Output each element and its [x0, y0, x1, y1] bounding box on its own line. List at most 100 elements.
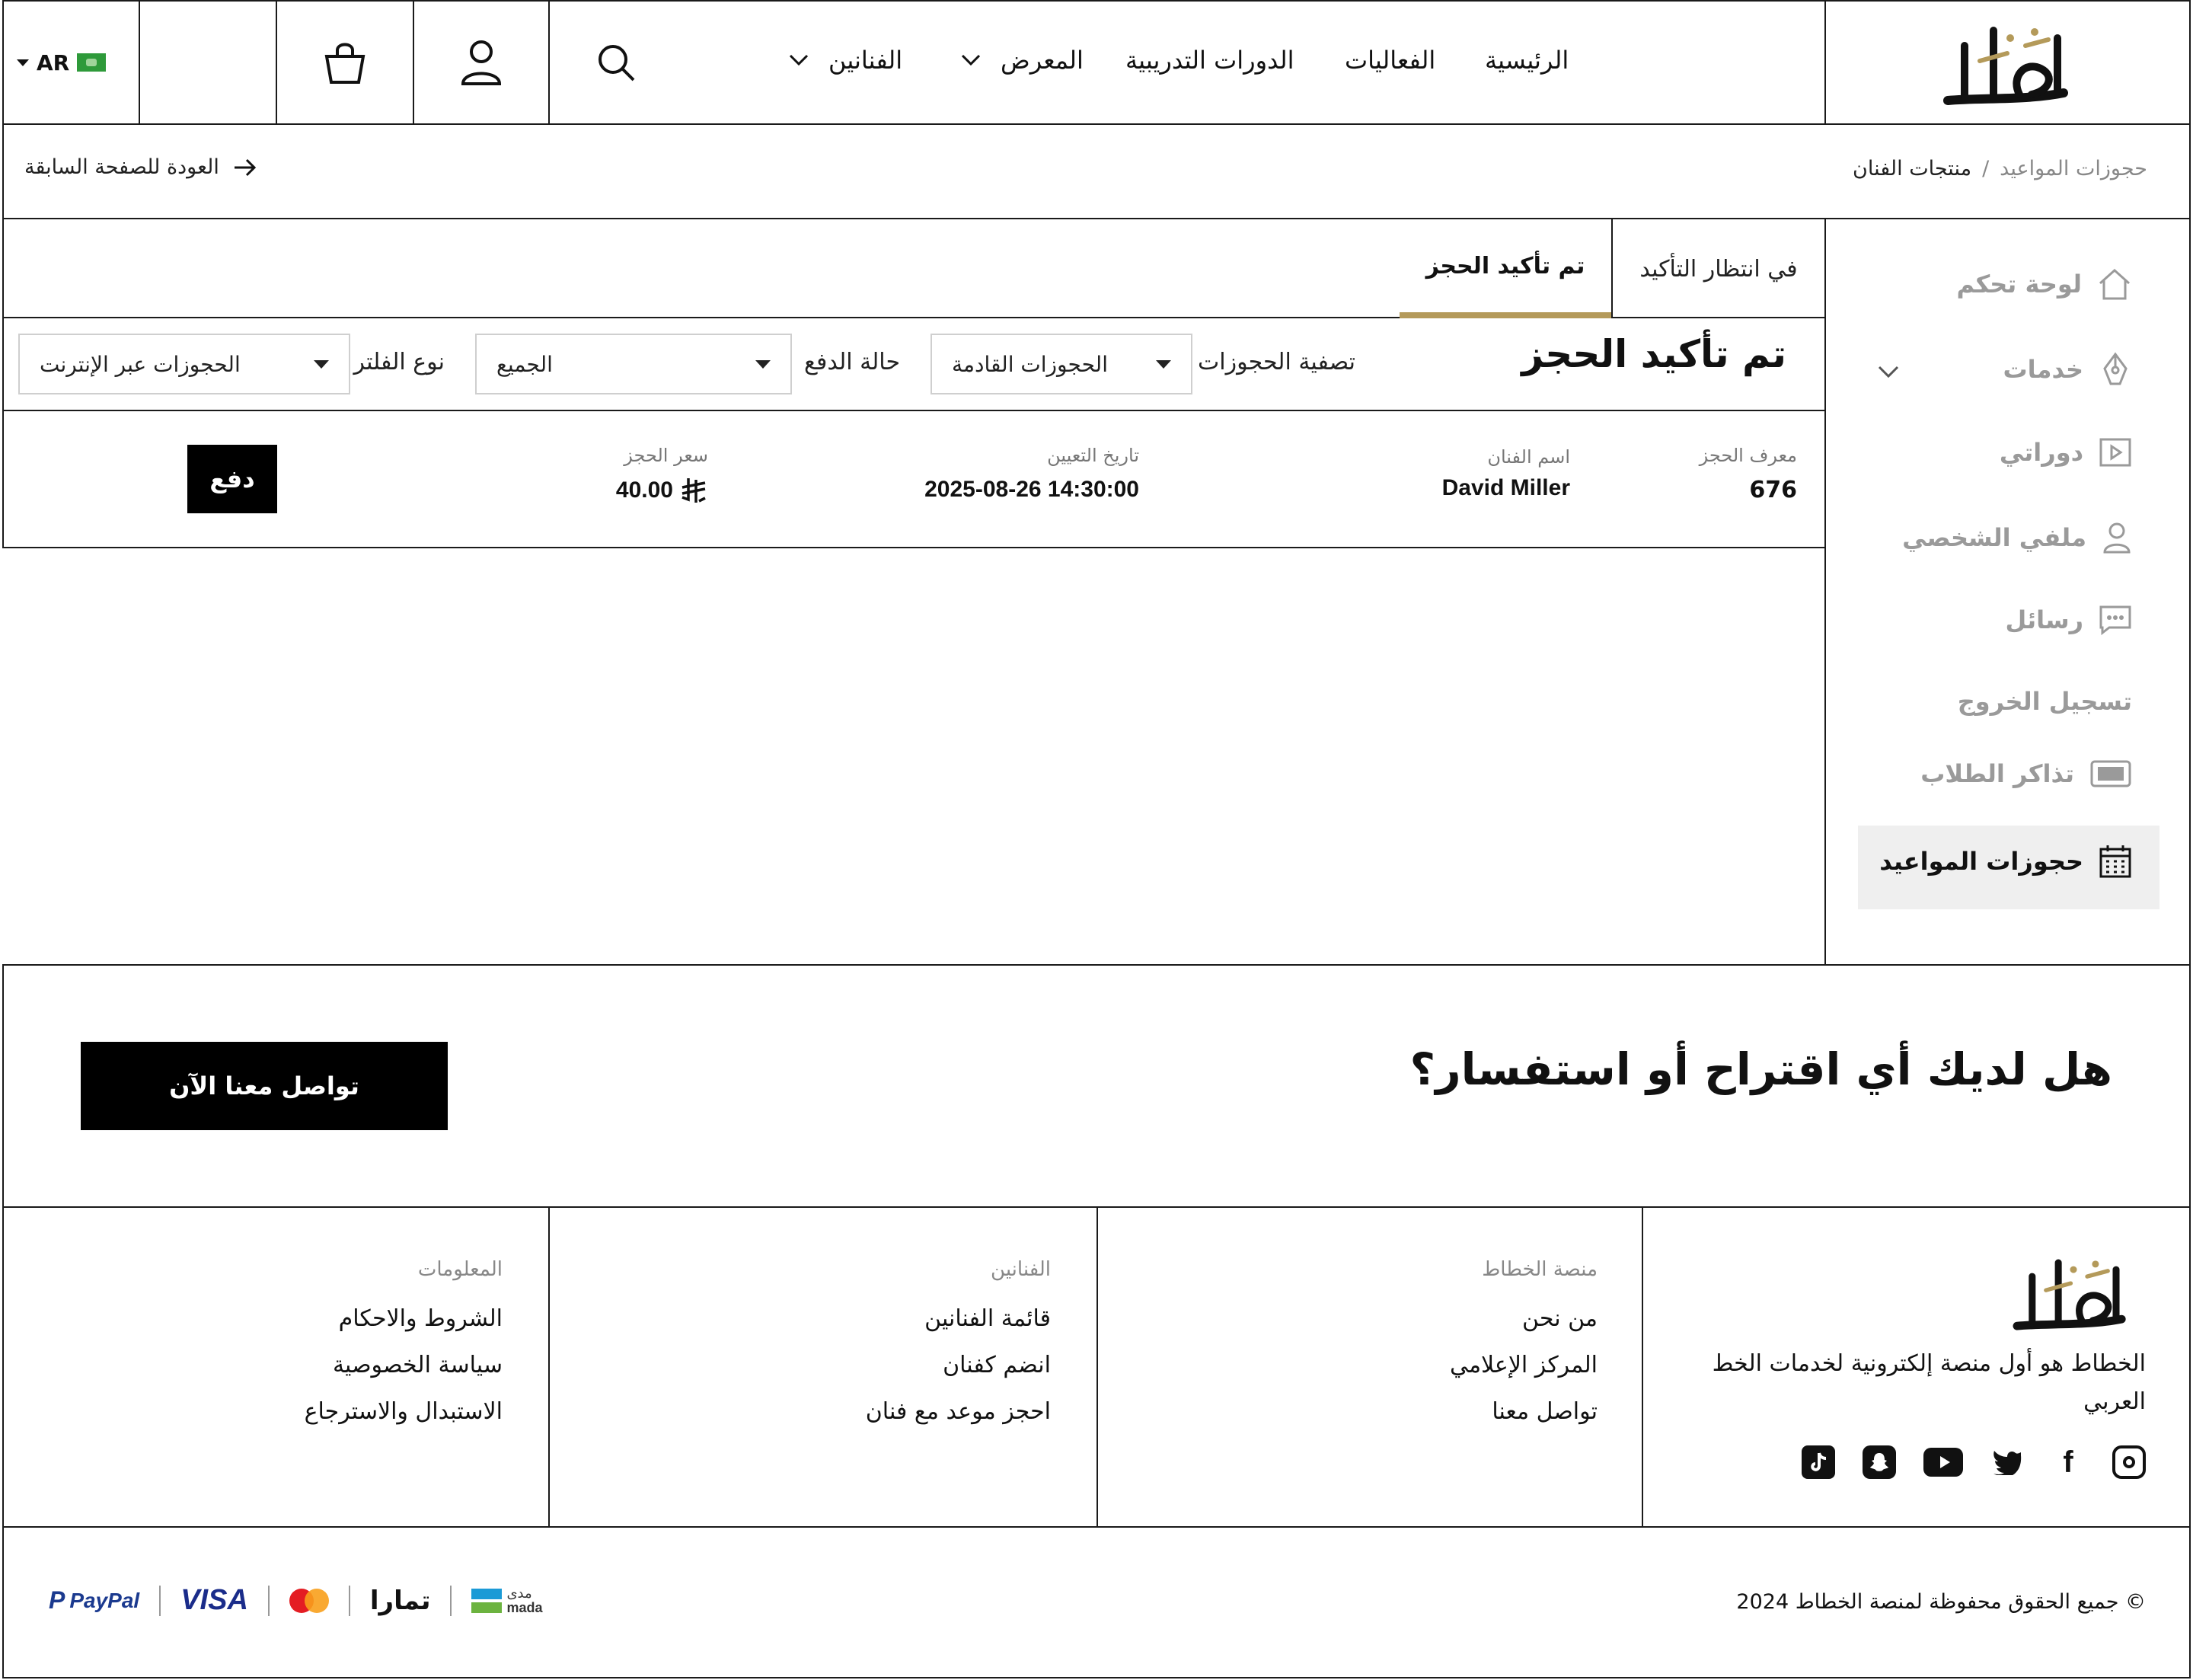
instagram-icon[interactable] — [2112, 1445, 2146, 1479]
cta-question: هل لديك أي اقتراح أو استفسار؟ — [1409, 1043, 2112, 1095]
footer-link[interactable]: سياسة الخصوصية — [305, 1352, 503, 1378]
khattat-logo-icon — [2013, 1259, 2126, 1330]
visa-logo: VISA — [180, 1584, 248, 1616]
saudi-flag-icon — [77, 53, 107, 72]
pay-button[interactable]: دفع — [187, 445, 277, 513]
caret-down-icon — [755, 359, 771, 369]
caret-down-icon — [1156, 359, 1171, 369]
mastercard-logo — [289, 1588, 329, 1613]
breadcrumb: حجوزات المواعيد / منتجات الفنان — [1853, 157, 2147, 180]
chevron-down-icon — [789, 54, 809, 66]
footer-column-platform: منصة الخطاط من نحن المركز الإعلامي تواصل… — [1450, 1258, 1598, 1445]
sidebar-item-courses[interactable]: دوراتي — [2000, 437, 2132, 468]
footer-link[interactable]: من نحن — [1450, 1305, 1598, 1332]
footer-link[interactable]: الاستبدال والاسترجاع — [305, 1398, 503, 1425]
footer-divider — [1096, 1206, 1098, 1528]
back-link-label: العودة للصفحة السابقة — [24, 155, 219, 179]
breadcrumb-item[interactable]: حجوزات المواعيد — [2000, 157, 2147, 180]
footer-link[interactable]: الشروط والاحكام — [305, 1305, 503, 1332]
booking-id-label: معرف الحجز — [1699, 445, 1797, 466]
booking-filter-select[interactable]: الحجوزات القادمة — [931, 334, 1192, 394]
booking-price-label: سعر الحجز — [624, 445, 708, 466]
sidebar-item-messages[interactable]: رسائل — [2006, 605, 2132, 635]
mada-arabic: مدى — [506, 1585, 532, 1602]
header-divider — [1824, 0, 1826, 125]
payment-divider — [159, 1585, 161, 1616]
artist-name-cell: اسم الفنان David Miller — [1442, 446, 1570, 501]
search-button[interactable] — [550, 0, 682, 125]
ticket-icon — [2090, 760, 2131, 787]
sidebar-item-label: دوراتي — [1999, 438, 2083, 467]
mada-stripes-icon — [471, 1588, 503, 1613]
tab-pending-label: في انتظار التأكيد — [1639, 255, 1798, 283]
back-link[interactable]: العودة للصفحة السابقة — [24, 155, 257, 179]
footer-divider — [1642, 1206, 1643, 1528]
sidebar-item-services[interactable]: خدمات — [2003, 352, 2132, 387]
payment-divider — [348, 1585, 350, 1616]
payment-methods: P PayPal VISA تمارا مدى mada — [49, 1584, 543, 1617]
footer-column-title: المعلومات — [417, 1258, 503, 1281]
snapchat-icon[interactable] — [1863, 1445, 1896, 1479]
search-icon — [599, 45, 635, 81]
mada-english: mada — [506, 1599, 543, 1615]
chat-icon — [2099, 605, 2131, 635]
account-button[interactable] — [414, 0, 548, 125]
social-links: f — [1802, 1445, 2146, 1479]
footer-column-artists: الفنانين قائمة الفنانين انضم كفنان احجز … — [866, 1258, 1051, 1445]
contact-us-button-label: تواصل معنا الآن — [169, 1072, 359, 1100]
tab-pending[interactable]: في انتظار التأكيد — [1611, 219, 1826, 318]
nav-gallery[interactable]: المعرض — [961, 46, 1084, 75]
sidebar-item-student-tickets[interactable]: تذاكر الطلاب — [1920, 759, 2132, 789]
shopping-bag-icon — [324, 43, 366, 84]
site-logo[interactable] — [1934, 15, 2086, 110]
facebook-icon[interactable]: f — [2051, 1445, 2085, 1479]
nav-home[interactable]: الرئيسية — [1485, 46, 1569, 75]
tab-confirmed[interactable]: تم تأكيد الحجز — [1400, 219, 1611, 318]
khattat-logo-icon — [1943, 27, 2068, 105]
youtube-icon[interactable] — [1923, 1448, 1963, 1477]
paypal-label: PayPal — [69, 1588, 140, 1612]
nav-courses[interactable]: الدورات التدريبية — [1125, 46, 1294, 75]
sidebar-item-appointments-content[interactable]: حجوزات المواعيد — [1879, 844, 2132, 879]
breadcrumb-separator: / — [1982, 157, 1990, 180]
filter-type-value: الحجوزات عبر الإنترنت — [40, 351, 241, 377]
nav-events[interactable]: الفعاليات — [1345, 46, 1435, 75]
paypal-icon: P — [49, 1586, 65, 1614]
header-divider — [139, 0, 140, 125]
cart-button[interactable] — [277, 0, 413, 125]
paypal-logo: P PayPal — [49, 1586, 139, 1615]
filter-type-select[interactable]: الحجوزات عبر الإنترنت — [18, 334, 350, 394]
footer-link[interactable]: تواصل معنا — [1450, 1398, 1598, 1425]
footer-column-title: منصة الخطاط — [1482, 1258, 1598, 1281]
contact-us-button[interactable]: تواصل معنا الآن — [81, 1042, 448, 1130]
payment-status-select[interactable]: الجميع — [475, 334, 792, 394]
sidebar-item-logout[interactable]: تسجيل الخروج — [1958, 687, 2132, 716]
booking-price-value: 40.00 — [615, 477, 673, 503]
twitter-icon[interactable] — [1990, 1445, 2024, 1479]
booking-id-value: 676 — [1749, 477, 1797, 503]
nav-events-label: الفعاليات — [1345, 46, 1436, 75]
sidebar-item-label: ملفي الشخصي — [1902, 523, 2086, 552]
play-icon — [2099, 438, 2131, 467]
sidebar-item-dashboard[interactable]: لوحة تحكم — [1957, 267, 2132, 302]
payment-status-label: حالة الدفع — [804, 349, 900, 375]
appointment-date-value: 2025-08-26 14:30:00 — [924, 477, 1139, 502]
chevron-down-icon — [1878, 366, 1899, 378]
tiktok-icon[interactable] — [1802, 1445, 1835, 1479]
appointment-date-cell: تاريخ التعيين 2025-08-26 14:30:00 — [924, 445, 1139, 503]
language-selector[interactable]: AR — [17, 47, 136, 78]
footer-link[interactable]: انضم كفنان — [866, 1352, 1051, 1378]
sidebar-item-profile[interactable]: ملفي الشخصي — [1902, 521, 2132, 554]
footer-link[interactable]: المركز الإعلامي — [1450, 1352, 1598, 1378]
services-expand-chevron[interactable] — [1878, 366, 1899, 379]
copyright: © جميع الحقوق محفوظة لمنصة الخطاط 2024 — [1736, 1590, 2146, 1614]
nav-artists[interactable]: الفنانين — [789, 46, 902, 75]
footer-link[interactable]: قائمة الفنانين — [866, 1305, 1051, 1332]
footer-link[interactable]: احجز موعد مع فنان — [866, 1398, 1051, 1425]
language-code: AR — [37, 50, 70, 75]
footer-tagline: الخطاط هو أول منصة إلكترونية لخدمات الخط… — [1712, 1350, 2146, 1415]
calendar-icon — [2099, 845, 2131, 878]
footer-logo[interactable] — [2003, 1249, 2144, 1334]
artist-name-label: اسم الفنان — [1487, 446, 1570, 468]
booking-price-cell: سعر الحجز 40.00 — [616, 445, 708, 504]
